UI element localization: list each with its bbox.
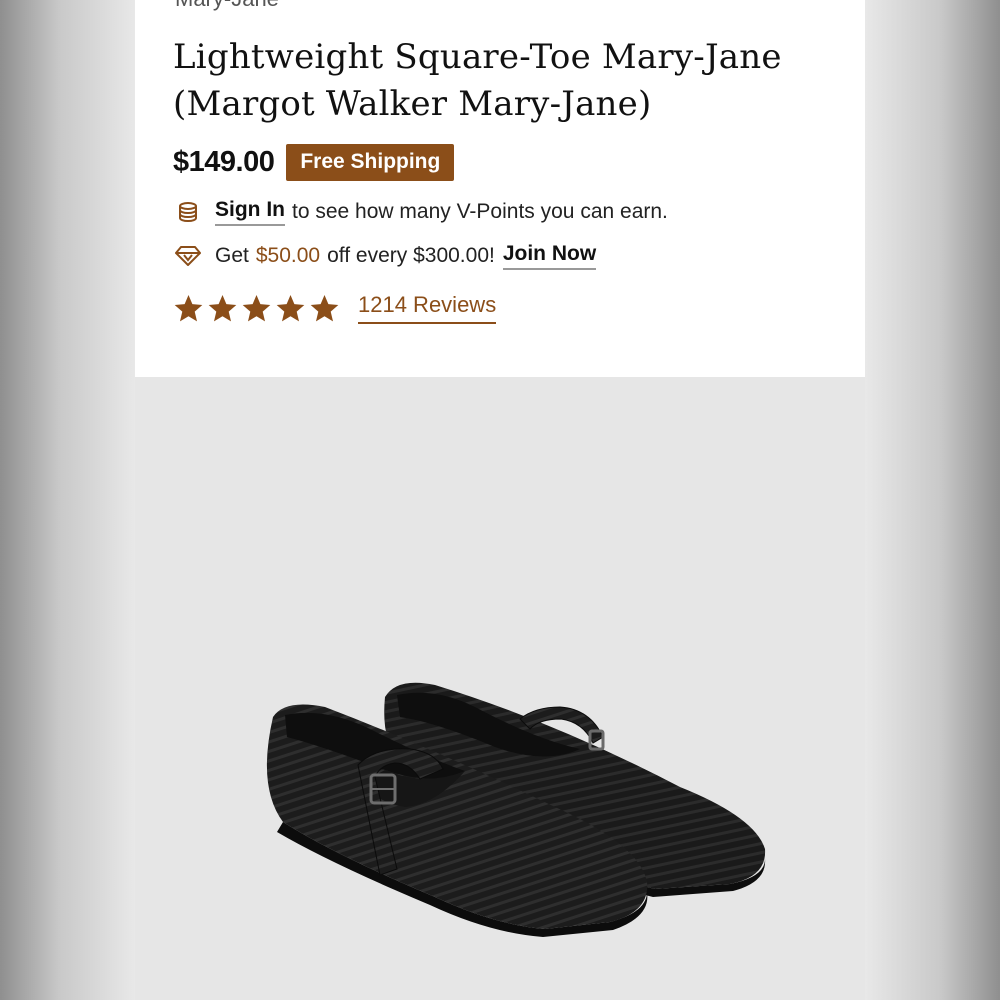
- product-info: Mary-Jane Lightweight Square-Toe Mary-Ja…: [135, 0, 865, 377]
- product-title: Lightweight Square-Toe Mary-Jane (Margot…: [173, 37, 782, 124]
- offer-prefix: Get: [215, 244, 249, 267]
- price-row: $149.00 Free Shipping: [173, 142, 455, 182]
- breadcrumb[interactable]: Mary-Jane: [175, 0, 279, 12]
- product-page: Mary-Jane Lightweight Square-Toe Mary-Ja…: [135, 0, 865, 1000]
- join-now-link[interactable]: Join Now: [502, 242, 597, 270]
- star-icon: [242, 294, 271, 321]
- coin-stack-icon: [175, 199, 201, 225]
- sign-in-text: to see how many V-Points you can earn.: [292, 200, 668, 223]
- diamond-icon: [175, 243, 201, 269]
- price: $149.00: [173, 145, 275, 178]
- offer-amount: $50.00: [255, 244, 321, 267]
- points-offer-row: Get $50.00 off every $300.00! Join Now: [175, 242, 597, 270]
- reviews-link[interactable]: 1214 Reviews: [358, 292, 497, 324]
- shoe-illustration: [266, 682, 766, 937]
- sign-in-link[interactable]: Sign In: [215, 198, 285, 226]
- free-shipping-badge: Free Shipping: [286, 143, 455, 181]
- star-icon: [276, 294, 305, 321]
- star-icon: [174, 294, 203, 321]
- offer-text: off every $300.00!: [327, 244, 495, 267]
- points-signin-row: Sign In to see how many V-Points you can…: [175, 198, 668, 226]
- star-icon: [208, 294, 237, 321]
- star-icon: [310, 294, 339, 321]
- rating-row: 1214 Reviews: [173, 292, 497, 324]
- star-rating: [173, 293, 340, 324]
- product-image[interactable]: [135, 377, 865, 1000]
